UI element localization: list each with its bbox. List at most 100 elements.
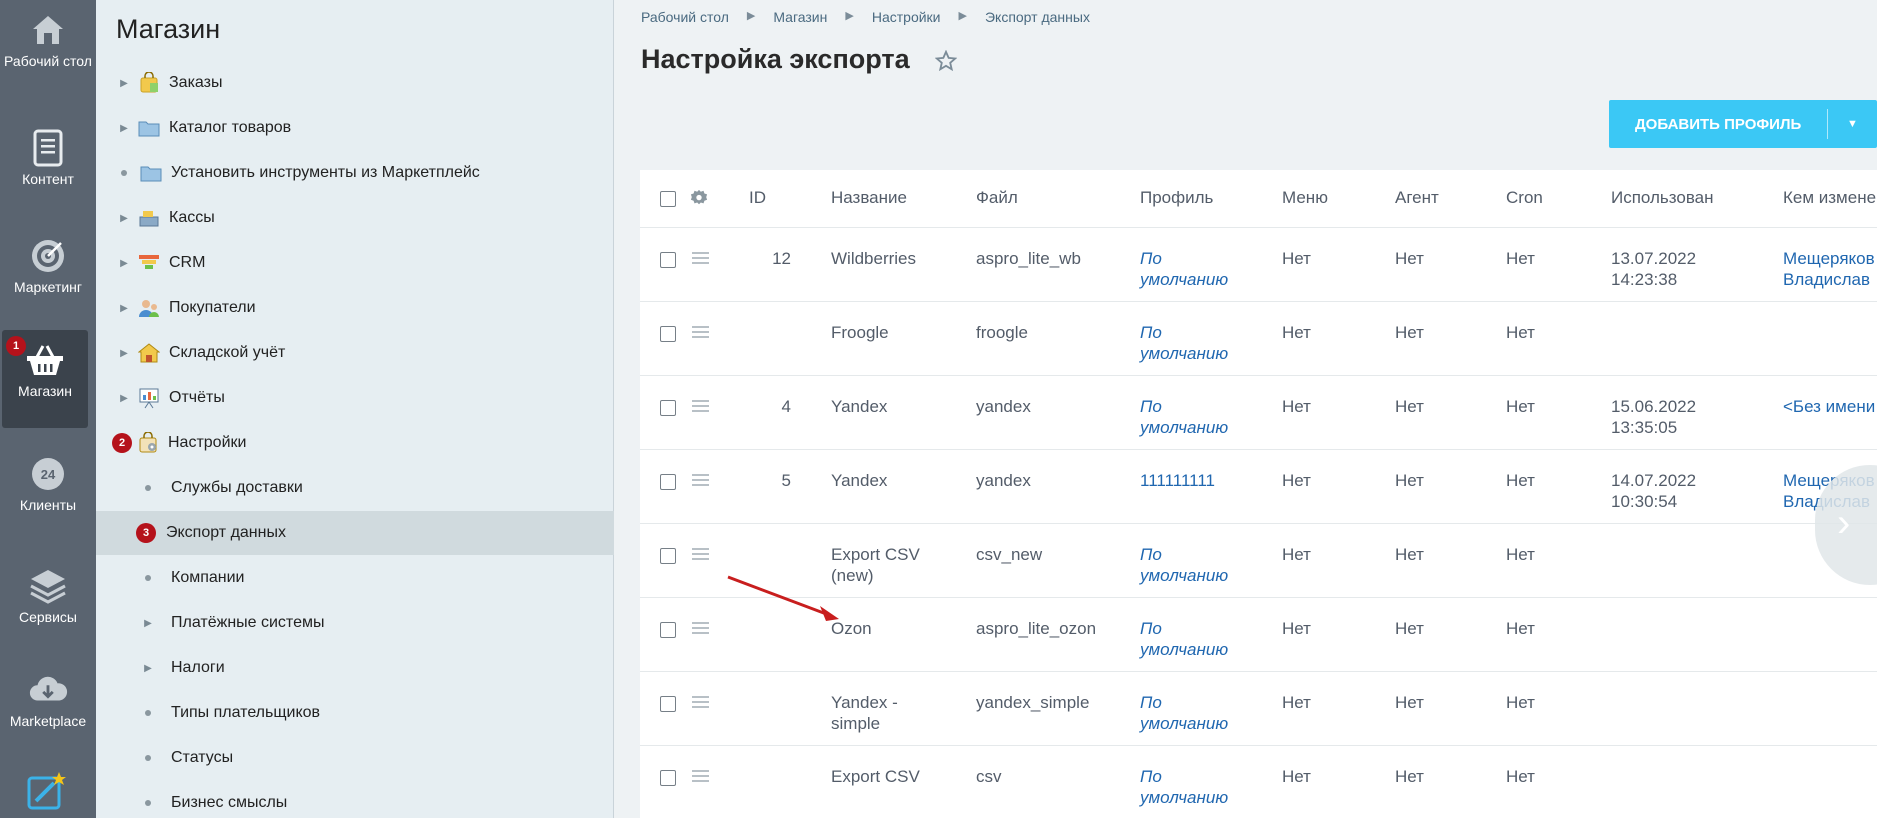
column-header-name[interactable]: Название — [831, 188, 907, 208]
breadcrumb-link[interactable]: Настройки — [872, 9, 941, 25]
cell-profile[interactable]: По умолчанию — [1140, 322, 1228, 364]
iconbar-label: Клиенты — [19, 497, 77, 513]
row-menu-icon[interactable] — [692, 770, 709, 785]
row-menu-icon[interactable] — [692, 622, 709, 637]
menu-item-orders[interactable]: ▶ Заказы — [96, 61, 614, 105]
bullet-icon — [121, 170, 127, 176]
table-row[interactable]: Export CSV csv По умолчанию Нет Нет Нет — [640, 746, 1877, 818]
row-checkbox[interactable] — [660, 696, 676, 712]
iconbar-item-content[interactable]: Контент — [0, 118, 96, 216]
gear-icon[interactable] — [690, 189, 708, 212]
expand-arrow-icon[interactable]: ▶ — [143, 618, 153, 629]
menu-item-customers[interactable]: ▶ Покупатели — [96, 286, 614, 330]
row-checkbox[interactable] — [660, 548, 676, 564]
row-checkbox[interactable] — [660, 252, 676, 268]
menu-item-statuses[interactable]: Статусы — [96, 736, 614, 780]
iconbar-label: Marketplace — [9, 713, 87, 729]
cell-line: Yandex — [831, 397, 888, 416]
cell-cron: Нет — [1506, 249, 1535, 268]
cell-profile[interactable]: По умолчанию — [1140, 248, 1228, 290]
bullet-icon — [145, 800, 151, 806]
table-row[interactable]: 4 Yandex yandex По умолчанию Нет Нет Нет 15.06.2… — [640, 376, 1877, 450]
iconbar-item-marketplace[interactable]: Marketplace — [0, 660, 96, 758]
expand-arrow-icon[interactable]: ▶ — [119, 258, 129, 269]
cell-profile[interactable]: По умолчанию — [1140, 544, 1228, 586]
row-checkbox[interactable] — [660, 770, 676, 786]
column-header-used[interactable]: Использован — [1611, 188, 1714, 208]
cell-cron: Нет — [1506, 471, 1535, 490]
step-badge: 2 — [112, 433, 132, 453]
cell-profile[interactable]: По умолчанию — [1140, 692, 1228, 734]
column-header-file[interactable]: Файл — [976, 188, 1018, 208]
cell-profile[interactable]: По умолчанию — [1140, 396, 1228, 438]
row-menu-icon[interactable] — [692, 696, 709, 711]
step-badge: 3 — [136, 523, 156, 543]
cell-used: 13.07.2022 14:23:38 — [1611, 248, 1696, 290]
menu-item-taxes[interactable]: ▶ Налоги — [96, 646, 614, 690]
iconbar-label: Рабочий стол — [4, 53, 92, 69]
row-checkbox[interactable] — [660, 400, 676, 416]
menu-item-data-export[interactable]: 3 Экспорт данных — [96, 511, 614, 555]
dropdown-caret-icon[interactable]: ▼ — [1828, 118, 1877, 130]
menu-item-payment-systems[interactable]: ▶ Платёжные системы — [96, 601, 614, 645]
row-menu-icon[interactable] — [692, 474, 709, 489]
iconbar-item-desktop[interactable]: Рабочий стол — [0, 0, 96, 98]
cell-file: csv_new — [976, 545, 1043, 564]
column-header-id[interactable]: ID — [749, 188, 766, 208]
expand-arrow-icon[interactable]: ▶ — [119, 123, 129, 134]
table-row[interactable]: 5 Yandex yandex 111111111 Нет Нет Нет 14.07.202… — [640, 450, 1877, 524]
menu-item-cashboxes[interactable]: ▶ Кассы — [96, 196, 614, 240]
table-row[interactable]: Froogle froogle По умолчанию Нет Нет Нет — [640, 302, 1877, 376]
breadcrumb-link[interactable]: Рабочий стол — [641, 9, 729, 25]
row-menu-icon[interactable] — [692, 400, 709, 415]
cell-profile[interactable]: По умолчанию — [1140, 618, 1228, 660]
menu-item-companies[interactable]: Компании — [96, 556, 614, 600]
breadcrumb-link[interactable]: Магазин — [773, 9, 827, 25]
iconbar-item-marketing[interactable]: Маркетинг — [0, 226, 96, 324]
cell-profile[interactable]: 111111111 — [1140, 470, 1215, 491]
favorite-star-icon[interactable] — [934, 49, 958, 77]
menu-item-crm[interactable]: ▶ CRM — [96, 241, 614, 285]
expand-arrow-icon[interactable]: ▶ — [143, 663, 153, 674]
menu-item-settings[interactable]: 2 Настройки — [96, 421, 614, 465]
row-menu-icon[interactable] — [692, 548, 709, 563]
iconbar-item-services[interactable]: Сервисы — [0, 556, 96, 654]
select-all-checkbox[interactable] — [660, 191, 676, 207]
expand-arrow-icon[interactable]: ▶ — [119, 393, 129, 404]
expand-arrow-icon[interactable]: ▶ — [119, 303, 129, 314]
menu-item-warehouse[interactable]: ▶ Складской учёт — [96, 331, 614, 375]
column-header-agent[interactable]: Агент — [1395, 188, 1439, 208]
cell-by[interactable]: Мещеряков Владислав — [1783, 248, 1875, 290]
column-header-menu[interactable]: Меню — [1282, 188, 1328, 208]
expand-arrow-icon[interactable]: ▶ — [119, 213, 129, 224]
expand-arrow-icon[interactable]: ▶ — [119, 348, 129, 359]
menu-item-business-meanings[interactable]: Бизнес смыслы — [96, 781, 614, 818]
row-checkbox[interactable] — [660, 622, 676, 638]
menu-item-reports[interactable]: ▶ Отчёты — [96, 376, 614, 420]
edit-star-icon[interactable] — [26, 770, 68, 817]
breadcrumb-link[interactable]: Экспорт данных — [985, 9, 1090, 25]
menu-item-payer-types[interactable]: Типы плательщиков — [96, 691, 614, 735]
column-header-profile[interactable]: Профиль — [1140, 188, 1213, 208]
cell-profile[interactable]: По умолчанию — [1140, 766, 1228, 808]
row-checkbox[interactable] — [660, 474, 676, 490]
expand-arrow-icon[interactable]: ▶ — [119, 78, 129, 89]
column-header-cron[interactable]: Cron — [1506, 188, 1543, 208]
column-header-modified-by[interactable]: Кем изменен — [1783, 188, 1877, 208]
iconbar-item-shop[interactable]: 1 Магазин — [2, 330, 88, 428]
table-row[interactable]: 12 Wildberries aspro_lite_wb По умолчанию Нет… — [640, 228, 1877, 302]
menu-item-delivery[interactable]: Службы доставки — [96, 466, 614, 510]
table-row[interactable]: Yandex - simple yandex_simple По умолчанию Не… — [640, 672, 1877, 746]
menu-item-marketplace-tools[interactable]: Установить инструменты из Маркетплейс — [96, 151, 614, 195]
add-profile-button[interactable]: ДОБАВИТЬ ПРОФИЛЬ ▼ — [1609, 100, 1877, 148]
menu-item-catalog[interactable]: ▶ Каталог товаров — [96, 106, 614, 150]
target-icon — [28, 236, 68, 276]
row-menu-icon[interactable] — [692, 252, 709, 267]
cell-menu: Нет — [1282, 323, 1311, 342]
cell-by[interactable]: <Без имени — [1783, 396, 1875, 417]
row-menu-icon[interactable] — [692, 326, 709, 341]
iconbar-item-clients[interactable]: 24 Клиенты — [0, 444, 96, 542]
iconbar-label: Магазин — [17, 383, 72, 399]
cell-used: 14.07.2022 10:30:54 — [1611, 470, 1696, 512]
row-checkbox[interactable] — [660, 326, 676, 342]
